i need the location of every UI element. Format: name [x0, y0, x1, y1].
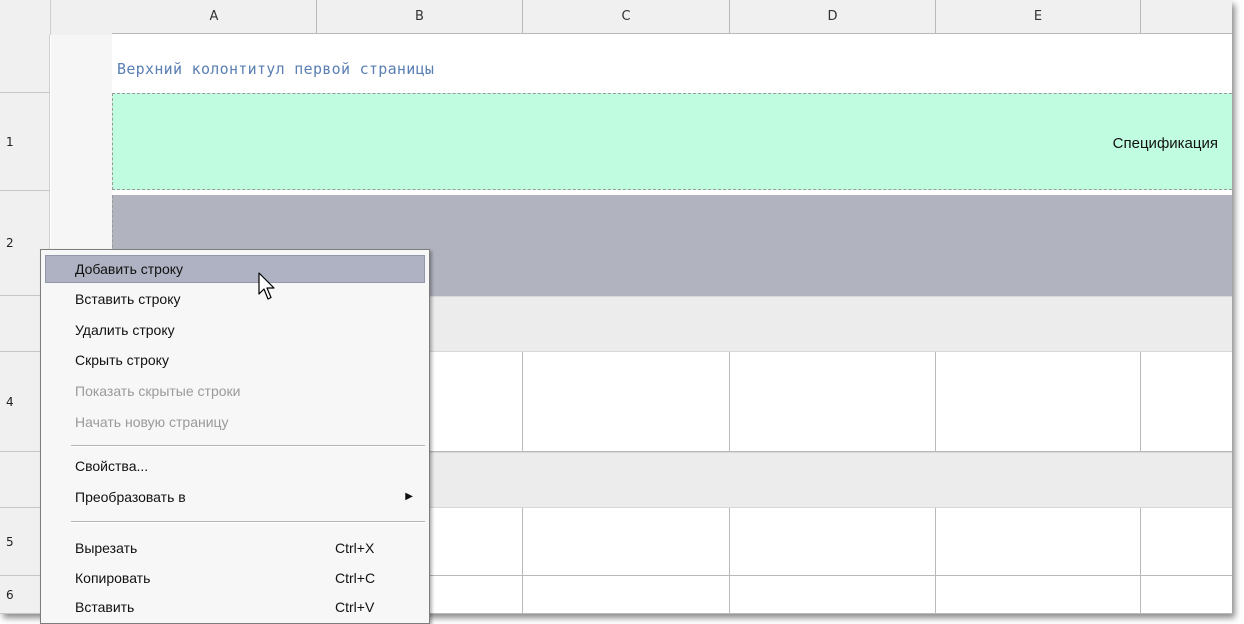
menu-item-copy[interactable]: Копировать Ctrl+C — [45, 564, 425, 592]
column-header-d[interactable]: D — [730, 0, 936, 34]
table-cell[interactable] — [730, 508, 936, 576]
table-cell[interactable] — [936, 352, 1141, 452]
table-cell[interactable] — [1141, 508, 1232, 576]
menu-item-show-hidden-rows: Показать скрытые строки — [75, 383, 241, 399]
select-all-corner[interactable] — [0, 0, 112, 35]
menu-item-cut-label: Вырезать — [75, 540, 138, 556]
table-cell[interactable] — [730, 352, 936, 452]
submenu-arrow-icon: ▶ — [405, 491, 413, 502]
shortcut-cut: Ctrl+X — [335, 540, 375, 556]
menu-item-add-row[interactable]: Добавить строку — [45, 255, 425, 283]
menu-item-paste-label: Вставить — [75, 599, 135, 615]
title-cell-text: Спецификация — [1112, 135, 1218, 152]
mouse-cursor-icon — [258, 272, 275, 300]
row-header-blank — [0, 35, 50, 93]
menu-separator — [71, 445, 425, 447]
column-header-f[interactable] — [1141, 0, 1232, 34]
menu-item-convert-to-label: Преобразовать в — [75, 489, 186, 505]
column-header-c[interactable]: C — [523, 0, 730, 34]
table-cell[interactable] — [936, 576, 1141, 614]
menu-separator — [71, 521, 425, 523]
first-page-header-label: Верхний колонтитул первой страницы — [117, 60, 435, 78]
menu-item-delete-row[interactable]: Удалить строку — [45, 316, 425, 344]
row-header-1[interactable]: 1 — [0, 93, 50, 191]
menu-item-insert-row[interactable]: Вставить строку — [45, 285, 425, 313]
menu-item-hide-row[interactable]: Скрыть строку — [45, 346, 425, 374]
table-cell[interactable] — [730, 576, 936, 614]
menu-item-properties[interactable]: Свойства... — [45, 452, 425, 480]
table-cell[interactable] — [1141, 576, 1232, 614]
table-cell[interactable] — [1141, 352, 1232, 452]
column-header-a[interactable]: A — [112, 0, 317, 34]
table-cell[interactable] — [523, 352, 730, 452]
row-context-menu: Добавить строку Вставить строку Удалить … — [40, 249, 430, 624]
table-cell[interactable] — [936, 508, 1141, 576]
menu-item-paste[interactable]: Вставить Ctrl+V — [45, 593, 425, 621]
shortcut-copy: Ctrl+C — [335, 570, 376, 586]
title-band[interactable]: Спецификация — [112, 93, 1232, 190]
menu-item-cut[interactable]: Вырезать Ctrl+X — [45, 534, 425, 562]
column-header-e[interactable]: E — [936, 0, 1141, 34]
column-header-b[interactable]: B — [317, 0, 523, 34]
menu-item-copy-label: Копировать — [75, 570, 151, 586]
menu-item-start-new-page: Начать новую страницу — [75, 414, 229, 430]
shortcut-paste: Ctrl+V — [335, 599, 375, 615]
menu-item-convert-to[interactable]: Преобразовать в ▶ — [45, 483, 425, 511]
table-cell[interactable] — [523, 508, 730, 576]
table-cell[interactable] — [523, 576, 730, 614]
